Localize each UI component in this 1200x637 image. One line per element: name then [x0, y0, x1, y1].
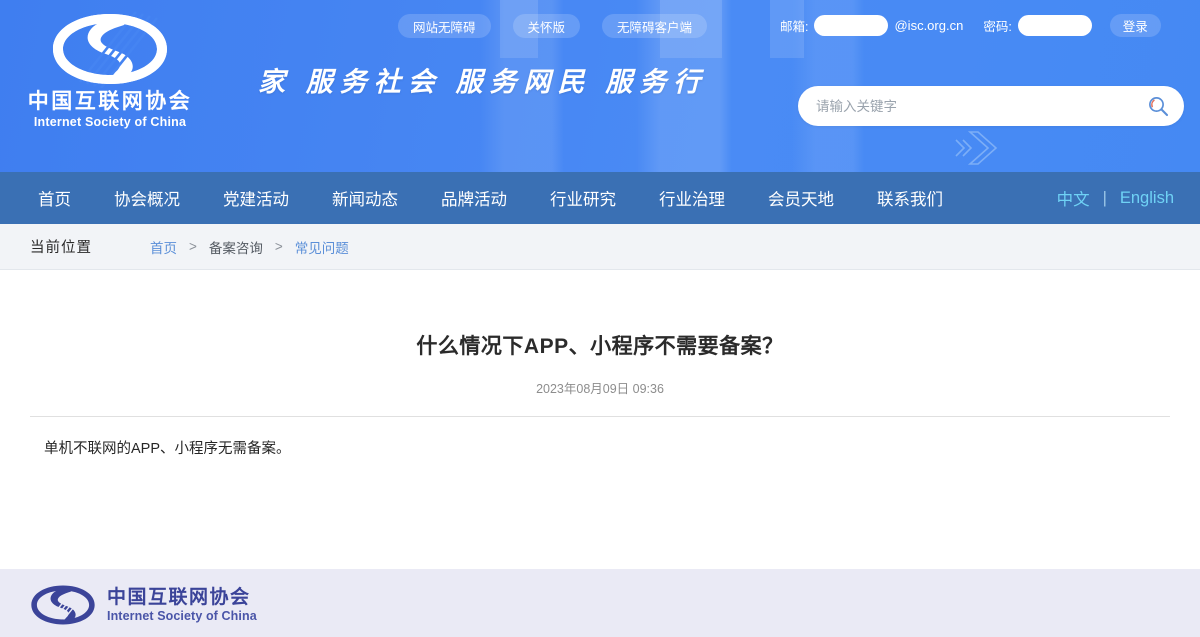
article-body: 单机不联网的APP、小程序无需备案。 [44, 436, 1200, 462]
article-timestamp: 2023年08月09日 09:36 [0, 378, 1200, 397]
content-divider [30, 416, 1170, 417]
password-label: 密码: [983, 16, 1011, 35]
email-domain-suffix: @isc.org.cn [894, 18, 963, 33]
double-chevron-right-icon [950, 128, 1020, 168]
nav-item-about[interactable]: 协会概况 [114, 186, 180, 210]
language-separator: | [1103, 189, 1107, 208]
footer-logo[interactable]: 中国互联网协会 Internet Society of China [28, 583, 257, 627]
isc-ellipse-logo-icon [28, 583, 98, 627]
breadcrumb-item-home[interactable]: 首页 [150, 237, 177, 257]
breadcrumb-item-filing-consult[interactable]: 备案咨询 [209, 237, 263, 257]
password-field[interactable] [1018, 15, 1092, 36]
site-slogan: 家 服务社会 服务网民 服务行 [258, 60, 710, 104]
nav-item-home[interactable]: 首页 [38, 186, 71, 210]
site-footer: 中国互联网协会 Internet Society of China [0, 569, 1200, 637]
footer-logo-text: 中国互联网协会 Internet Society of China [107, 588, 257, 623]
accessibility-toolbar: 网站无障碍 关怀版 无障碍客户端 [398, 14, 707, 38]
nav-item-industry-research[interactable]: 行业研究 [550, 186, 616, 210]
breadcrumb-separator: > [189, 239, 197, 254]
logo-title-cn: 中国互联网协会 [20, 90, 200, 114]
footer-logo-title-cn: 中国互联网协会 [107, 588, 257, 607]
breadcrumb-label: 当前位置 [30, 236, 92, 257]
website-accessibility-button[interactable]: 网站无障碍 [398, 14, 491, 38]
nav-item-news[interactable]: 新闻动态 [332, 186, 398, 210]
email-field[interactable] [814, 15, 888, 36]
email-label: 邮箱: [780, 16, 808, 35]
nav-item-contact[interactable]: 联系我们 [877, 186, 943, 210]
accessibility-client-button[interactable]: 无障碍客户端 [602, 14, 707, 38]
search-input[interactable] [816, 99, 1146, 114]
breadcrumb: 首页 > 备案咨询 > 常见问题 [150, 237, 349, 257]
breadcrumb-bar: 当前位置 首页 > 备案咨询 > 常见问题 [0, 224, 1200, 270]
nav-item-list: 首页 协会概况 党建活动 新闻动态 品牌活动 行业研究 行业治理 会员天地 联系… [38, 186, 943, 210]
nav-item-party-building[interactable]: 党建活动 [223, 186, 289, 210]
article-container: 什么情况下APP、小程序不需要备案？ 2023年08月09日 09:36 单机不… [0, 270, 1200, 569]
language-switcher: 中文 | English [1057, 186, 1174, 210]
isc-ellipse-logo-icon [47, 10, 173, 88]
login-button[interactable]: 登录 [1110, 14, 1161, 37]
nav-item-members[interactable]: 会员天地 [768, 186, 834, 210]
language-option-english[interactable]: English [1120, 189, 1174, 208]
site-logo[interactable]: 中国互联网协会 Internet Society of China [20, 10, 200, 129]
breadcrumb-item-faq[interactable]: 常见问题 [295, 237, 349, 257]
breadcrumb-separator: > [275, 239, 283, 254]
logo-title-en: Internet Society of China [20, 115, 200, 129]
login-form: 邮箱: @isc.org.cn 密码: 登录 [780, 14, 1161, 37]
main-navigation: 首页 协会概况 党建活动 新闻动态 品牌活动 行业研究 行业治理 会员天地 联系… [0, 172, 1200, 224]
page-title: 什么情况下APP、小程序不需要备案？ [0, 270, 1200, 360]
search-bar[interactable] [798, 86, 1184, 126]
nav-item-brand-events[interactable]: 品牌活动 [441, 186, 507, 210]
nav-item-industry-governance[interactable]: 行业治理 [659, 186, 725, 210]
care-version-button[interactable]: 关怀版 [513, 14, 581, 38]
language-option-chinese[interactable]: 中文 [1057, 186, 1090, 210]
search-icon[interactable] [1146, 94, 1170, 118]
site-header: 中国互联网协会 Internet Society of China 家 服务社会… [0, 0, 1200, 172]
footer-logo-title-en: Internet Society of China [107, 610, 257, 623]
